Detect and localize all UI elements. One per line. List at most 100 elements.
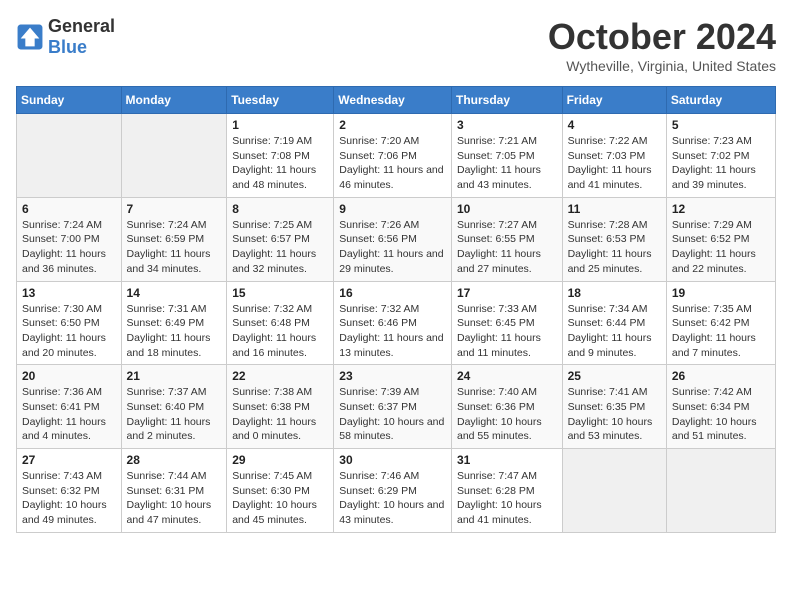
- day-info: Sunrise: 7:34 AMSunset: 6:44 PMDaylight:…: [568, 302, 661, 361]
- calendar-cell: 1Sunrise: 7:19 AMSunset: 7:08 PMDaylight…: [227, 114, 334, 198]
- day-number: 13: [22, 286, 116, 300]
- day-number: 30: [339, 453, 446, 467]
- calendar-cell: 25Sunrise: 7:41 AMSunset: 6:35 PMDayligh…: [562, 365, 666, 449]
- column-header-wednesday: Wednesday: [334, 87, 452, 114]
- calendar-cell: 22 Sunrise: 7:38 AMSunset: 6:38 PMDayligh…: [227, 365, 334, 449]
- column-header-friday: Friday: [562, 87, 666, 114]
- day-info: Sunrise: 7:29 AMSunset: 6:52 PMDaylight:…: [672, 218, 770, 277]
- day-number: 9: [339, 202, 446, 216]
- calendar-cell: 10 Sunrise: 7:27 AMSunset: 6:55 PMDayligh…: [451, 197, 562, 281]
- calendar-cell: 26Sunrise: 7:42 AMSunset: 6:34 PMDayligh…: [666, 365, 775, 449]
- column-header-tuesday: Tuesday: [227, 87, 334, 114]
- day-info: Sunrise: 7:31 AMSunset: 6:49 PMDaylight:…: [127, 302, 222, 361]
- calendar-cell: [562, 449, 666, 533]
- calendar-week-row: 20 Sunrise: 7:36 AMSunset: 6:41 PMDayligh…: [17, 365, 776, 449]
- calendar-cell: 20 Sunrise: 7:36 AMSunset: 6:41 PMDayligh…: [17, 365, 122, 449]
- day-number: 6: [22, 202, 116, 216]
- day-info: Sunrise: 7:33 AMSunset: 6:45 PMDaylight:…: [457, 302, 557, 361]
- column-header-monday: Monday: [121, 87, 227, 114]
- day-info: Sunrise: 7:35 AMSunset: 6:42 PMDaylight:…: [672, 302, 770, 361]
- column-header-saturday: Saturday: [666, 87, 775, 114]
- calendar-cell: 8Sunrise: 7:25 AMSunset: 6:57 PMDaylight…: [227, 197, 334, 281]
- day-info: Sunrise: 7:30 AMSunset: 6:50 PMDaylight:…: [22, 302, 116, 361]
- calendar-cell: 2 Sunrise: 7:20 AMSunset: 7:06 PMDaylight…: [334, 114, 452, 198]
- day-number: 3: [457, 118, 557, 132]
- day-info: Sunrise: 7:32 AMSunset: 6:46 PMDaylight:…: [339, 302, 446, 361]
- logo: General Blue: [16, 16, 115, 58]
- day-number: 24: [457, 369, 557, 383]
- day-number: 28: [127, 453, 222, 467]
- calendar-cell: 19 Sunrise: 7:35 AMSunset: 6:42 PMDayligh…: [666, 281, 775, 365]
- day-info: Sunrise: 7:20 AMSunset: 7:06 PMDaylight:…: [339, 134, 446, 193]
- day-info: Sunrise: 7:23 AMSunset: 7:02 PMDaylight:…: [672, 134, 770, 193]
- day-info: Sunrise: 7:37 AMSunset: 6:40 PMDaylight:…: [127, 385, 222, 444]
- calendar-cell: 15Sunrise: 7:32 AMSunset: 6:48 PMDayligh…: [227, 281, 334, 365]
- day-number: 21: [127, 369, 222, 383]
- calendar-cell: 28Sunrise: 7:44 AMSunset: 6:31 PMDayligh…: [121, 449, 227, 533]
- calendar-subtitle: Wytheville, Virginia, United States: [548, 58, 776, 74]
- day-info: Sunrise: 7:22 AMSunset: 7:03 PMDaylight:…: [568, 134, 661, 193]
- day-number: 5: [672, 118, 770, 132]
- calendar-cell: 17 Sunrise: 7:33 AMSunset: 6:45 PMDayligh…: [451, 281, 562, 365]
- calendar-week-row: 27Sunrise: 7:43 AMSunset: 6:32 PMDayligh…: [17, 449, 776, 533]
- calendar-cell: 7Sunrise: 7:24 AMSunset: 6:59 PMDaylight…: [121, 197, 227, 281]
- calendar-cell: 30 Sunrise: 7:46 AMSunset: 6:29 PMDayligh…: [334, 449, 452, 533]
- day-number: 23: [339, 369, 446, 383]
- day-number: 26: [672, 369, 770, 383]
- day-number: 22: [232, 369, 328, 383]
- day-number: 10: [457, 202, 557, 216]
- calendar-cell: 4Sunrise: 7:22 AMSunset: 7:03 PMDaylight…: [562, 114, 666, 198]
- calendar-cell: 24 Sunrise: 7:40 AMSunset: 6:36 PMDayligh…: [451, 365, 562, 449]
- calendar-header-row: SundayMondayTuesdayWednesdayThursdayFrid…: [17, 87, 776, 114]
- calendar-title: October 2024: [548, 16, 776, 58]
- day-info: Sunrise: 7:47 AMSunset: 6:28 PMDaylight:…: [457, 469, 557, 528]
- day-info: Sunrise: 7:24 AMSunset: 6:59 PMDaylight:…: [127, 218, 222, 277]
- calendar-table: SundayMondayTuesdayWednesdayThursdayFrid…: [16, 86, 776, 533]
- day-number: 29: [232, 453, 328, 467]
- calendar-cell: 13 Sunrise: 7:30 AMSunset: 6:50 PMDayligh…: [17, 281, 122, 365]
- calendar-cell: 11 Sunrise: 7:28 AMSunset: 6:53 PMDayligh…: [562, 197, 666, 281]
- day-info: Sunrise: 7:26 AMSunset: 6:56 PMDaylight:…: [339, 218, 446, 277]
- calendar-cell: 23 Sunrise: 7:39 AMSunset: 6:37 PMDayligh…: [334, 365, 452, 449]
- day-number: 31: [457, 453, 557, 467]
- calendar-cell: 12Sunrise: 7:29 AMSunset: 6:52 PMDayligh…: [666, 197, 775, 281]
- day-info: Sunrise: 7:46 AMSunset: 6:29 PMDaylight:…: [339, 469, 446, 528]
- logo-icon: [16, 23, 44, 51]
- calendar-cell: [666, 449, 775, 533]
- day-info: Sunrise: 7:32 AMSunset: 6:48 PMDaylight:…: [232, 302, 328, 361]
- logo-general: General: [48, 16, 115, 36]
- day-info: Sunrise: 7:36 AMSunset: 6:41 PMDaylight:…: [22, 385, 116, 444]
- day-info: Sunrise: 7:24 AMSunset: 7:00 PMDaylight:…: [22, 218, 116, 277]
- day-number: 2: [339, 118, 446, 132]
- day-number: 16: [339, 286, 446, 300]
- calendar-cell: 27Sunrise: 7:43 AMSunset: 6:32 PMDayligh…: [17, 449, 122, 533]
- day-number: 18: [568, 286, 661, 300]
- column-header-sunday: Sunday: [17, 87, 122, 114]
- calendar-cell: [121, 114, 227, 198]
- page-header: General Blue October 2024 Wytheville, Vi…: [16, 16, 776, 74]
- day-number: 20: [22, 369, 116, 383]
- calendar-cell: 16 Sunrise: 7:32 AMSunset: 6:46 PMDayligh…: [334, 281, 452, 365]
- calendar-cell: 9 Sunrise: 7:26 AMSunset: 6:56 PMDaylight…: [334, 197, 452, 281]
- day-info: Sunrise: 7:40 AMSunset: 6:36 PMDaylight:…: [457, 385, 557, 444]
- calendar-cell: [17, 114, 122, 198]
- calendar-week-row: 1Sunrise: 7:19 AMSunset: 7:08 PMDaylight…: [17, 114, 776, 198]
- day-number: 19: [672, 286, 770, 300]
- day-info: Sunrise: 7:27 AMSunset: 6:55 PMDaylight:…: [457, 218, 557, 277]
- calendar-cell: 21 Sunrise: 7:37 AMSunset: 6:40 PMDayligh…: [121, 365, 227, 449]
- title-block: October 2024 Wytheville, Virginia, Unite…: [548, 16, 776, 74]
- calendar-cell: 29 Sunrise: 7:45 AMSunset: 6:30 PMDayligh…: [227, 449, 334, 533]
- calendar-cell: 31 Sunrise: 7:47 AMSunset: 6:28 PMDayligh…: [451, 449, 562, 533]
- calendar-cell: 14 Sunrise: 7:31 AMSunset: 6:49 PMDayligh…: [121, 281, 227, 365]
- day-info: Sunrise: 7:28 AMSunset: 6:53 PMDaylight:…: [568, 218, 661, 277]
- day-info: Sunrise: 7:45 AMSunset: 6:30 PMDaylight:…: [232, 469, 328, 528]
- calendar-week-row: 13 Sunrise: 7:30 AMSunset: 6:50 PMDayligh…: [17, 281, 776, 365]
- calendar-cell: 5 Sunrise: 7:23 AMSunset: 7:02 PMDaylight…: [666, 114, 775, 198]
- column-header-thursday: Thursday: [451, 87, 562, 114]
- day-info: Sunrise: 7:39 AMSunset: 6:37 PMDaylight:…: [339, 385, 446, 444]
- day-number: 14: [127, 286, 222, 300]
- day-number: 17: [457, 286, 557, 300]
- day-info: Sunrise: 7:38 AMSunset: 6:38 PMDaylight:…: [232, 385, 328, 444]
- day-number: 11: [568, 202, 661, 216]
- calendar-cell: 6 Sunrise: 7:24 AMSunset: 7:00 PMDaylight…: [17, 197, 122, 281]
